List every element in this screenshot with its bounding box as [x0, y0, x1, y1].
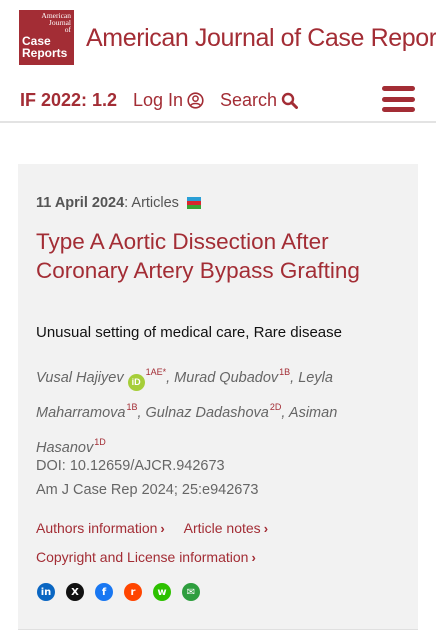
authors-information-link[interactable]: Authors information ›	[36, 514, 165, 543]
article-info-links: Authors information › Article notes › Copy…	[36, 514, 406, 572]
impact-factor[interactable]: IF 2022: 1.2	[20, 90, 117, 111]
chevron-right-icon: ›	[251, 550, 256, 565]
journal-logo[interactable]: American Journal of Case Reports	[19, 10, 74, 65]
author-list: Vusal Hajiyev iD1AE*, Murad Qubadov1B, Le…	[36, 367, 338, 456]
x-icon[interactable]: X	[66, 583, 84, 601]
site-title[interactable]: American Journal of Case Reports	[86, 24, 436, 53]
email-icon[interactable]: ✉	[182, 583, 200, 601]
author-affiliation: 2D	[269, 402, 282, 412]
author-name[interactable]: Vusal Hajiyev	[36, 370, 124, 386]
login-label: Log In	[133, 90, 184, 110]
header-divider	[0, 121, 436, 123]
copyright-link[interactable]: Copyright and License information ›	[36, 543, 256, 572]
authors-information-label: Authors information	[36, 520, 158, 536]
orcid-icon[interactable]: iD	[127, 374, 145, 391]
wechat-icon[interactable]: w	[153, 583, 171, 601]
nav-bar: IF 2022: 1.2 Log In Search	[0, 80, 436, 120]
linkedin-icon[interactable]: in	[37, 583, 55, 601]
author-name[interactable]: Gulnaz Dadashova	[146, 405, 269, 421]
author-affiliation: 1B	[126, 402, 138, 412]
facebook-icon[interactable]: f	[95, 583, 113, 601]
site-header: American Journal of Case Reports America…	[0, 0, 436, 76]
author-affiliation: 1AE*	[145, 367, 167, 377]
article-subtitle: Unusual setting of medical care, Rare di…	[36, 324, 342, 341]
hamburger-menu-icon[interactable]	[382, 86, 415, 112]
article-notes-link[interactable]: Article notes ›	[184, 514, 268, 543]
chevron-right-icon: ›	[160, 521, 165, 536]
magnifier-icon	[281, 92, 299, 109]
user-circle-icon	[187, 92, 204, 109]
article-meta: DOI: 10.12659/AJCR.942673 Am J Case Rep …	[36, 454, 258, 502]
article-section[interactable]: : Articles	[124, 195, 179, 211]
logo-line2: Journal	[48, 18, 71, 27]
azerbaijan-flag-icon	[186, 197, 201, 209]
share-buttons: in Xf r w ✉	[37, 583, 200, 601]
chevron-right-icon: ›	[263, 521, 269, 536]
login-link[interactable]: Log In	[133, 90, 204, 111]
article-notes-label: Article notes	[183, 520, 261, 536]
reddit-icon[interactable]: r	[124, 583, 142, 601]
search-label: Search	[220, 90, 278, 110]
article-title: Type A Aortic Dissection After Coronary …	[36, 229, 360, 283]
search-link[interactable]: Search	[220, 90, 299, 111]
author-affiliation: 1B	[279, 367, 291, 377]
logo-line3: of	[64, 25, 71, 34]
author-name[interactable]: Murad Qubadov	[174, 370, 278, 386]
article-card: 11 April 2024 : Articles Type A Aortic D…	[18, 164, 418, 630]
logo-line5: Reports	[22, 46, 68, 60]
article-dateline: 11 April 2024 : Articles	[36, 195, 201, 211]
copyright-label: Copyright and License information	[36, 549, 249, 565]
doi[interactable]: DOI: 10.12659/AJCR.942673	[36, 454, 258, 478]
author-affiliation: 1D	[94, 437, 106, 447]
article-date: 11 April 2024	[36, 195, 125, 211]
citation: Am J Case Rep 2024; 25:e942673	[36, 482, 259, 498]
